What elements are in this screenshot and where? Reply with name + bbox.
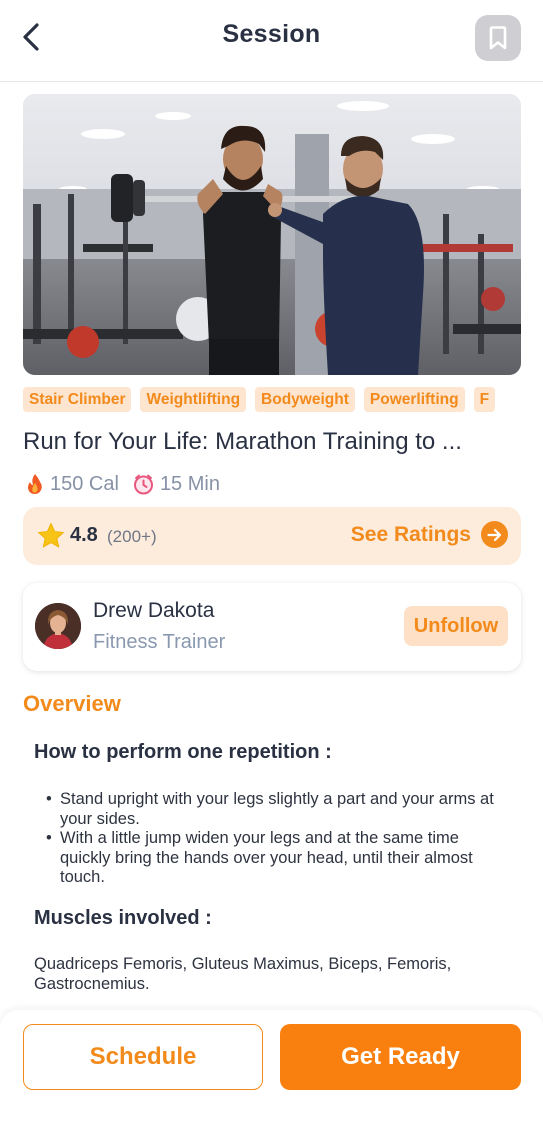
rating-bar: 4.8 (200+) See Ratings [23, 507, 521, 565]
tag-chip[interactable]: Powerlifting [363, 387, 465, 412]
muscles-heading: Muscles involved : [34, 907, 212, 929]
avatar[interactable] [35, 603, 81, 649]
tag-chip[interactable]: F [473, 387, 496, 412]
tag-chip[interactable]: Weightlifting [140, 387, 247, 412]
top-bar: Session [0, 0, 543, 82]
rating-count: (200+) [107, 527, 157, 546]
duration-value: 15 Min [159, 472, 220, 495]
muscles-list: Quadriceps Femoris, Gluteus Maximus, Bic… [34, 955, 452, 993]
bookmark-icon [489, 26, 507, 50]
see-ratings-label: See Ratings [350, 522, 471, 546]
rating-value: 4.8 [70, 524, 98, 546]
gym-trainer-photo [23, 94, 521, 375]
step-item: With a little jump widen your legs and a… [46, 829, 506, 888]
see-ratings-link[interactable]: See Ratings [351, 521, 508, 548]
unfollow-button[interactable]: Unfollow [404, 606, 508, 646]
trainer-role: Fitness Trainer [93, 631, 226, 653]
repetition-heading: How to perform one repetition : [34, 741, 332, 763]
overview-title: Overview [23, 691, 121, 716]
duration-stat: 15 Min [133, 473, 220, 496]
tag-list: Stair Climber Weightlifting Bodyweight Powe… [23, 387, 521, 412]
calories-value: 150 Cal [50, 472, 119, 495]
page-title: Session [222, 20, 321, 48]
get-ready-button[interactable]: Get Ready [280, 1024, 521, 1090]
session-image [23, 94, 521, 375]
clock-icon [133, 474, 153, 494]
step-item: Stand upright with your legs slightly a … [46, 790, 506, 829]
tag-chip[interactable]: Bodyweight [255, 387, 355, 412]
trainer-name[interactable]: Drew Dakota [93, 599, 214, 623]
bottom-action-bar: Schedule Get Ready [0, 1010, 543, 1125]
calories-stat: 150 Cal [26, 473, 119, 496]
bookmark-button[interactable] [475, 15, 521, 61]
tag-chip[interactable]: Stair Climber [23, 387, 132, 412]
session-stats: 150 Cal 15 Min [26, 471, 234, 497]
trainer-card: Drew Dakota Fitness Trainer Unfollow [23, 583, 521, 671]
steps-list: Stand upright with your legs slightly a … [46, 790, 506, 888]
session-title: Run for Your Life: Marathon Training to … [23, 428, 462, 455]
arrow-right-circle-icon [481, 521, 508, 548]
star-icon [38, 523, 64, 548]
schedule-button[interactable]: Schedule [23, 1024, 263, 1090]
flame-icon [28, 474, 42, 494]
